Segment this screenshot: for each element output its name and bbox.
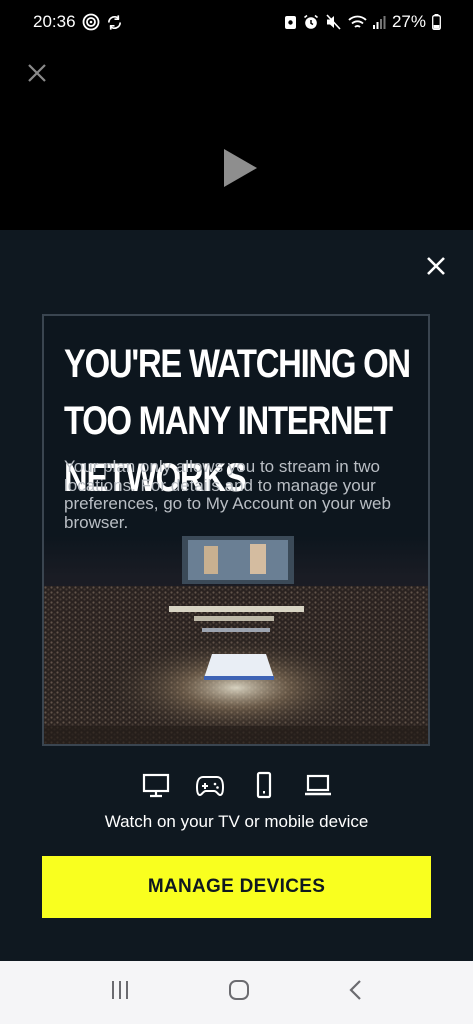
promo-card: YOU'RE WATCHING ON TOO MANY INTERNET NET… <box>42 314 430 746</box>
tv-icon <box>141 770 171 800</box>
close-icon[interactable] <box>424 254 448 278</box>
close-icon[interactable] <box>26 62 48 84</box>
too-many-networks-modal: YOU'RE WATCHING ON TOO MANY INTERNET NET… <box>0 230 473 961</box>
nfc-icon <box>284 16 296 29</box>
battery-icon <box>432 14 441 30</box>
device-icons <box>0 770 473 800</box>
clock: 20:36 <box>33 12 76 31</box>
battery-percent: 27% <box>391 12 426 31</box>
watch-on-device-text: Watch on your TV or mobile device <box>104 812 369 831</box>
wifi-icon <box>348 15 367 28</box>
mute-icon <box>326 14 341 30</box>
laptop-icon <box>303 770 333 800</box>
gamepad-icon <box>195 770 225 800</box>
signal-icon <box>372 16 386 29</box>
sync-icon <box>107 14 121 30</box>
hotspot-icon <box>82 13 99 31</box>
system-nav-bar <box>0 961 473 1024</box>
alarm-icon <box>303 14 318 29</box>
play-icon[interactable] <box>222 148 258 188</box>
status-bar: 20:36 27% <box>0 0 473 44</box>
manage-devices-button[interactable]: MANAGE DEVICES <box>42 856 431 918</box>
phone-icon <box>249 770 279 800</box>
boxing-arena-image <box>44 536 428 744</box>
back-icon[interactable] <box>346 978 366 1007</box>
video-player[interactable] <box>0 44 473 230</box>
recents-icon[interactable] <box>108 979 132 1006</box>
modal-body: Your plan only allows you to stream in t… <box>64 457 391 532</box>
home-icon[interactable] <box>227 978 251 1007</box>
